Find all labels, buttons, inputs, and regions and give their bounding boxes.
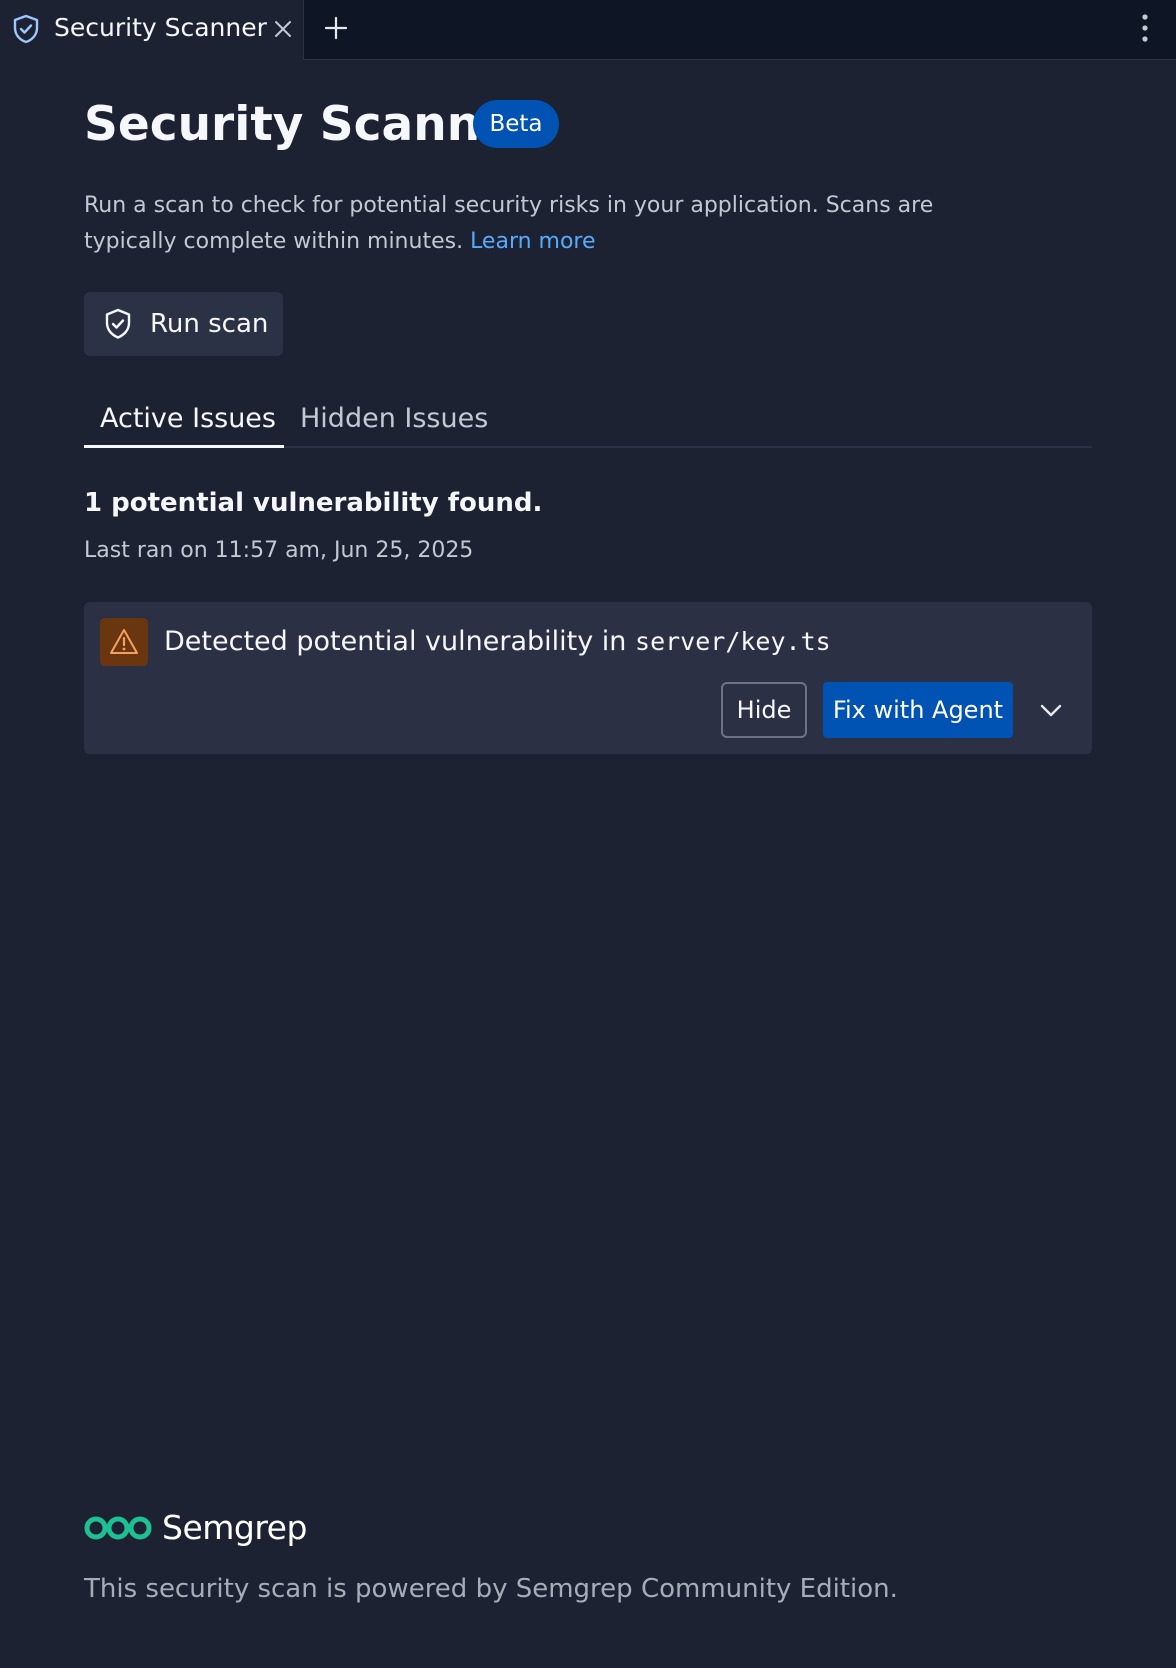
issue-tabs: Active Issues Hidden Issues xyxy=(84,396,1092,448)
page-description: Run a scan to check for potential securi… xyxy=(84,188,1024,260)
tab-active-issues[interactable]: Active Issues xyxy=(84,396,284,448)
issue-text: Detected potential vulnerability in xyxy=(164,626,627,657)
close-icon[interactable] xyxy=(272,18,294,40)
tab-title: Security Scanner xyxy=(54,13,267,42)
page-title: Security Scanner xyxy=(84,97,536,152)
last-ran-timestamp: Last ran on 11:57 am, Jun 25, 2025 xyxy=(84,538,474,563)
semgrep-mark-icon xyxy=(84,1516,152,1540)
run-scan-button[interactable]: Run scan xyxy=(84,292,283,356)
semgrep-wordmark: Semgrep xyxy=(162,1508,307,1547)
issue-file-path: server/key.ts xyxy=(635,627,831,656)
security-scanner-app: Security Scanner Security Scanner Beta R… xyxy=(0,0,1176,1668)
issue-description: Detected potential vulnerability in serv… xyxy=(164,624,831,660)
tab-security-scanner[interactable]: Security Scanner xyxy=(0,0,304,60)
shield-check-icon xyxy=(104,308,132,340)
run-scan-label: Run scan xyxy=(150,309,269,339)
results-summary: 1 potential vulnerability found. xyxy=(84,488,543,518)
issue-card: Detected potential vulnerability in serv… xyxy=(84,602,1092,754)
kebab-menu-icon[interactable] xyxy=(1136,12,1154,44)
tab-strip: Security Scanner xyxy=(0,0,1176,60)
semgrep-logo: Semgrep xyxy=(84,1508,324,1548)
shield-icon xyxy=(12,14,40,44)
chevron-down-icon[interactable] xyxy=(1036,695,1066,725)
tab-hidden-issues[interactable]: Hidden Issues xyxy=(300,396,488,448)
learn-more-link[interactable]: Learn more xyxy=(470,229,595,254)
footer-note: This security scan is powered by Semgrep… xyxy=(84,1574,898,1604)
hide-button[interactable]: Hide xyxy=(721,682,807,738)
warning-icon xyxy=(100,618,148,666)
beta-badge: Beta xyxy=(473,100,559,148)
fix-with-agent-button[interactable]: Fix with Agent xyxy=(823,682,1013,738)
plus-icon[interactable] xyxy=(323,15,349,41)
